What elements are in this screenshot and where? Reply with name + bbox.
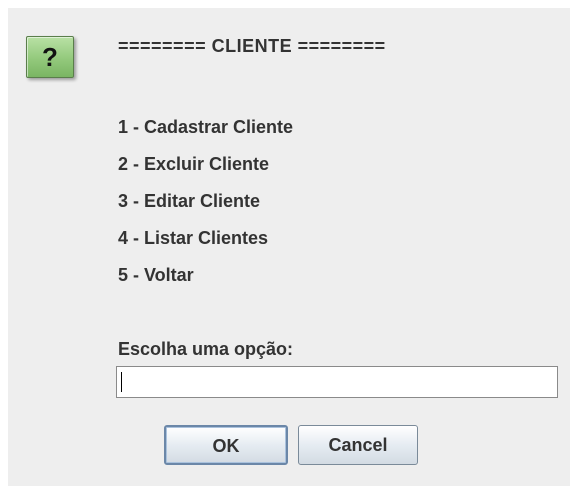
ok-button[interactable]: OK [164, 425, 288, 465]
option-prompt-label: Escolha uma opção: [118, 339, 294, 359]
menu-option-4: 4 - Listar Clientes [118, 228, 269, 248]
menu-header: ======== CLIENTE ======== [118, 36, 386, 56]
menu-option-3: 3 - Editar Cliente [118, 191, 261, 211]
menu-option-2: 2 - Excluir Cliente [118, 154, 270, 174]
option-input[interactable] [116, 366, 558, 398]
menu-option-1: 1 - Cadastrar Cliente [118, 117, 294, 137]
text-caret [121, 372, 122, 392]
cancel-button[interactable]: Cancel [298, 425, 418, 465]
menu-option-5: 5 - Voltar [118, 265, 194, 285]
input-dialog: ? ======== CLIENTE ======== 1 - Cadastra… [8, 8, 570, 486]
question-icon: ? [26, 36, 74, 78]
